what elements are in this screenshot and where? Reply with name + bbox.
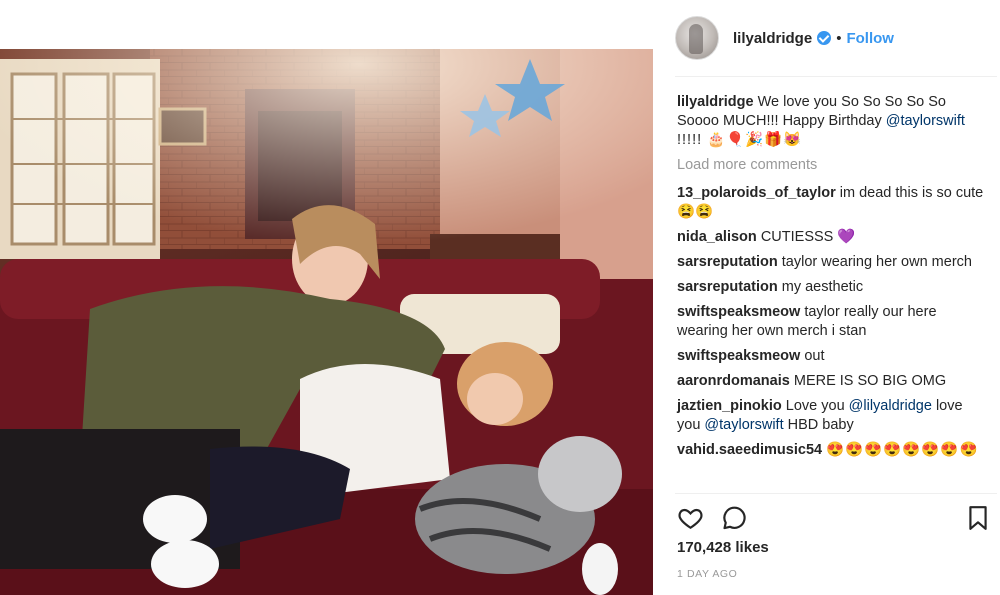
comment-username[interactable]: sarsreputation <box>677 254 778 270</box>
actions-divider <box>675 493 997 494</box>
follow-button[interactable]: Follow <box>846 30 894 47</box>
post-sidebar: lilyaldridge • Follow lilyaldridge We lo… <box>665 0 1000 595</box>
comment-username[interactable]: swiftspeaksmeow <box>677 304 800 320</box>
comments-list: lilyaldridge We love you So So So So So … <box>677 93 987 466</box>
avatar[interactable] <box>675 16 719 60</box>
heart-icon[interactable] <box>677 505 704 531</box>
comment-text: MERE IS SO BIG OMG <box>793 373 947 389</box>
comment-text: Love you <box>785 398 845 414</box>
comment-item: swiftspeaksmeow out <box>677 347 987 366</box>
comment-item: sarsreputation taylor wearing her own me… <box>677 253 987 272</box>
comment-username[interactable]: swiftspeaksmeow <box>677 348 800 364</box>
caption-tail: !!!!! 🎂🎈🎉🎁😻 <box>677 132 803 148</box>
comment-item: aaronrdomanais MERE IS SO BIG OMG <box>677 372 987 391</box>
caption-username[interactable]: lilyaldridge <box>677 94 754 110</box>
comment-item: swiftspeaksmeow taylor really our here w… <box>677 303 987 341</box>
comment-mention[interactable]: @taylorswift <box>704 417 783 433</box>
likes-count[interactable]: 170,428 likes <box>677 539 769 556</box>
comment-username[interactable]: jaztien_pinokio <box>677 398 782 414</box>
post-header: lilyaldridge • Follow <box>675 14 995 62</box>
comment-text: out <box>804 348 825 364</box>
comment-text: CUTIESSS 💜 <box>760 229 856 245</box>
comment-item: vahid.saeedimusic54 😍😍😍😍😍😍😍😍😍 <box>677 441 987 460</box>
post-photo[interactable] <box>0 49 653 595</box>
comment-username[interactable]: sarsreputation <box>677 279 778 295</box>
load-more-comments-link[interactable]: Load more comments <box>677 156 987 175</box>
header-username[interactable]: lilyaldridge <box>733 30 812 47</box>
comment-item: jaztien_pinokio Love you @lilyaldridge l… <box>677 397 987 435</box>
comment-username[interactable]: 13_polaroids_of_taylor <box>677 185 836 201</box>
comment-username[interactable]: nida_alison <box>677 229 757 245</box>
comment-item: sarsreputation my aesthetic <box>677 278 987 297</box>
caption: lilyaldridge We love you So So So So So … <box>677 93 987 150</box>
comment-text: taylor wearing her own merch <box>781 254 972 270</box>
action-bar <box>677 505 987 533</box>
caption-mention[interactable]: @taylorswift <box>886 113 965 129</box>
separator-dot: • <box>836 29 842 47</box>
comment-icon[interactable] <box>721 505 748 531</box>
comment-username[interactable]: aaronrdomanais <box>677 373 790 389</box>
bookmark-icon[interactable] <box>967 505 989 531</box>
comment-item: 13_polaroids_of_taylor im dead this is s… <box>677 184 987 222</box>
verified-badge-icon <box>817 31 832 45</box>
comment-text: HBD baby <box>787 417 854 433</box>
comment-username[interactable]: vahid.saeedimusic54 <box>677 442 822 458</box>
comment-text: my aesthetic <box>781 279 864 295</box>
comment-item: nida_alison CUTIESSS 💜 <box>677 228 987 247</box>
header-divider <box>675 76 997 77</box>
photo-illustration <box>0 49 653 595</box>
comment-mention[interactable]: @lilyaldridge <box>849 398 932 414</box>
post-timestamp: 1 DAY AGO <box>677 568 738 580</box>
